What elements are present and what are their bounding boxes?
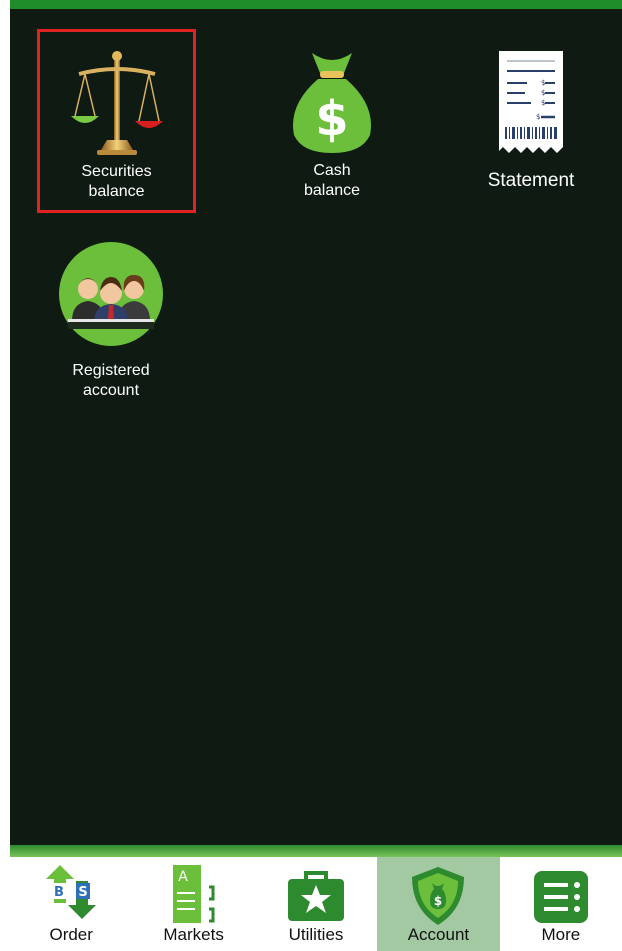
- top-accent-bar: [10, 0, 622, 9]
- statement-tile[interactable]: $ $ $ $ Statement: [453, 29, 609, 209]
- svg-text:$: $: [315, 91, 348, 147]
- cash-balance-tile[interactable]: $ Cash balance: [254, 29, 410, 209]
- tabbar-top-border: [10, 845, 622, 857]
- bottom-tab-bar: B S Order A Markets Utilities $ Account …: [10, 857, 622, 951]
- buy-sell-arrows-icon: B S: [38, 863, 104, 926]
- svg-text:S: S: [79, 885, 88, 900]
- registered-account-label: Registered account: [72, 362, 150, 399]
- account-menu-grid: Securities balance $ Cash balance $ $ $ …: [10, 9, 622, 845]
- tab-account[interactable]: $ Account: [377, 857, 500, 951]
- people-group-icon: [58, 241, 164, 352]
- svg-text:A: A: [178, 869, 188, 885]
- svg-text:$: $: [541, 99, 545, 107]
- svg-text:$: $: [434, 894, 442, 908]
- registered-account-tile[interactable]: Registered account: [33, 231, 189, 411]
- scales-icon: [67, 46, 167, 161]
- money-bag-icon: $: [282, 45, 382, 160]
- shield-money-icon: $: [408, 865, 468, 932]
- tab-utilities[interactable]: Utilities: [255, 857, 377, 951]
- tab-order[interactable]: B S Order: [10, 857, 132, 951]
- svg-text:B: B: [54, 885, 64, 900]
- statement-receipt-icon: $ $ $ $: [495, 47, 567, 160]
- svg-text:$: $: [541, 89, 545, 97]
- cash-balance-label: Cash balance: [303, 162, 361, 199]
- securities-balance-label: Securities balance: [81, 163, 152, 200]
- svg-text:$: $: [541, 79, 545, 87]
- svg-text:$: $: [536, 113, 540, 121]
- tab-utilities-label: Utilities: [288, 925, 344, 944]
- app-screen: Securities balance $ Cash balance $ $ $ …: [0, 0, 622, 951]
- statement-label: Statement: [487, 170, 575, 191]
- briefcase-star-icon: [286, 871, 346, 928]
- tab-more[interactable]: More: [500, 857, 622, 951]
- securities-balance-tile[interactable]: Securities balance: [37, 29, 196, 213]
- tab-order-label: Order: [49, 925, 93, 944]
- more-menu-icon: [532, 869, 590, 930]
- tab-markets[interactable]: A Markets: [132, 857, 254, 951]
- market-board-icon: A: [161, 863, 227, 930]
